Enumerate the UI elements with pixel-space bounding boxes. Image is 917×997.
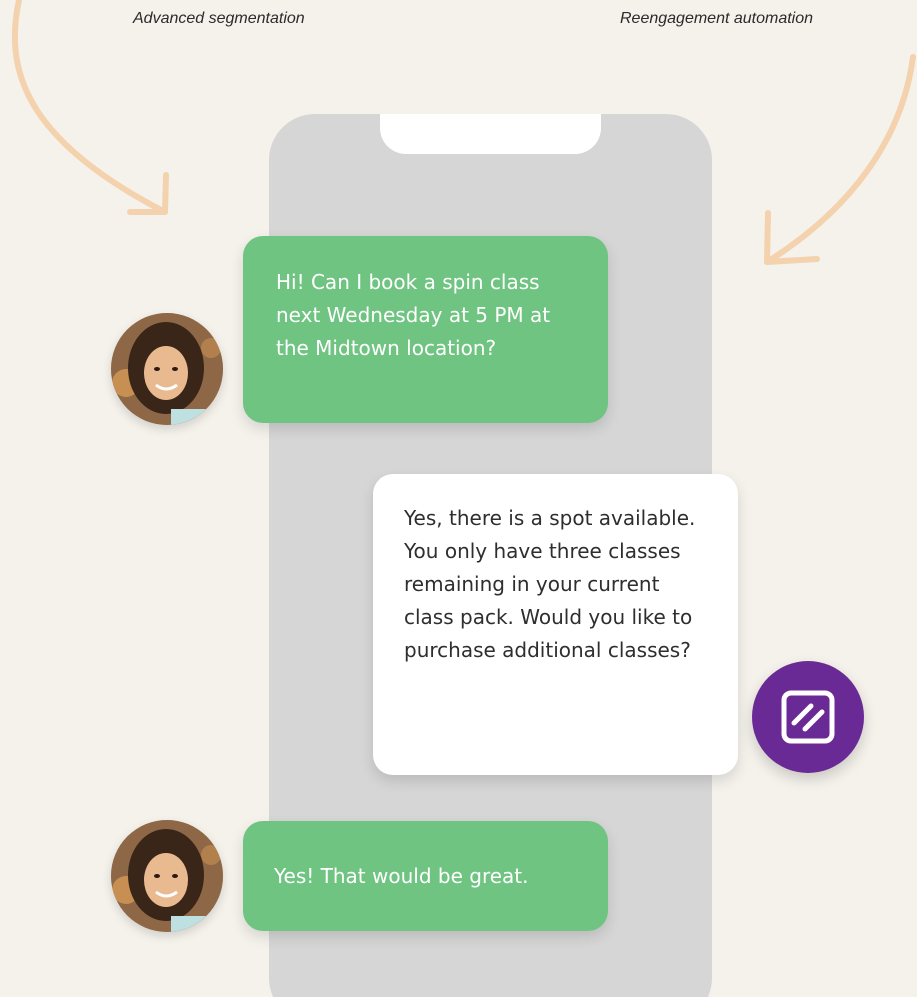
- bot-avatar: [752, 661, 864, 773]
- user-avatar: [111, 313, 223, 425]
- message-bubble-bot-1: Yes, there is a spot available. You only…: [373, 474, 738, 775]
- user-avatar: [111, 820, 223, 932]
- curved-arrow-icon-left: [11, 0, 169, 215]
- chat-illustration: Advanced segmentation Reengagement autom…: [0, 0, 917, 997]
- caption-reengagement-automation: Reengagement automation: [620, 10, 814, 27]
- caption-advanced-segmentation: Advanced segmentation: [133, 10, 305, 27]
- message-bubble-user-1: Hi! Can I book a spin class next Wednesd…: [243, 236, 608, 423]
- message-bubble-user-2: Yes! That would be great.: [243, 821, 608, 931]
- brand-logo-icon: [781, 690, 835, 744]
- phone-notch: [380, 114, 601, 154]
- curved-arrow-icon-right: [764, 54, 916, 265]
